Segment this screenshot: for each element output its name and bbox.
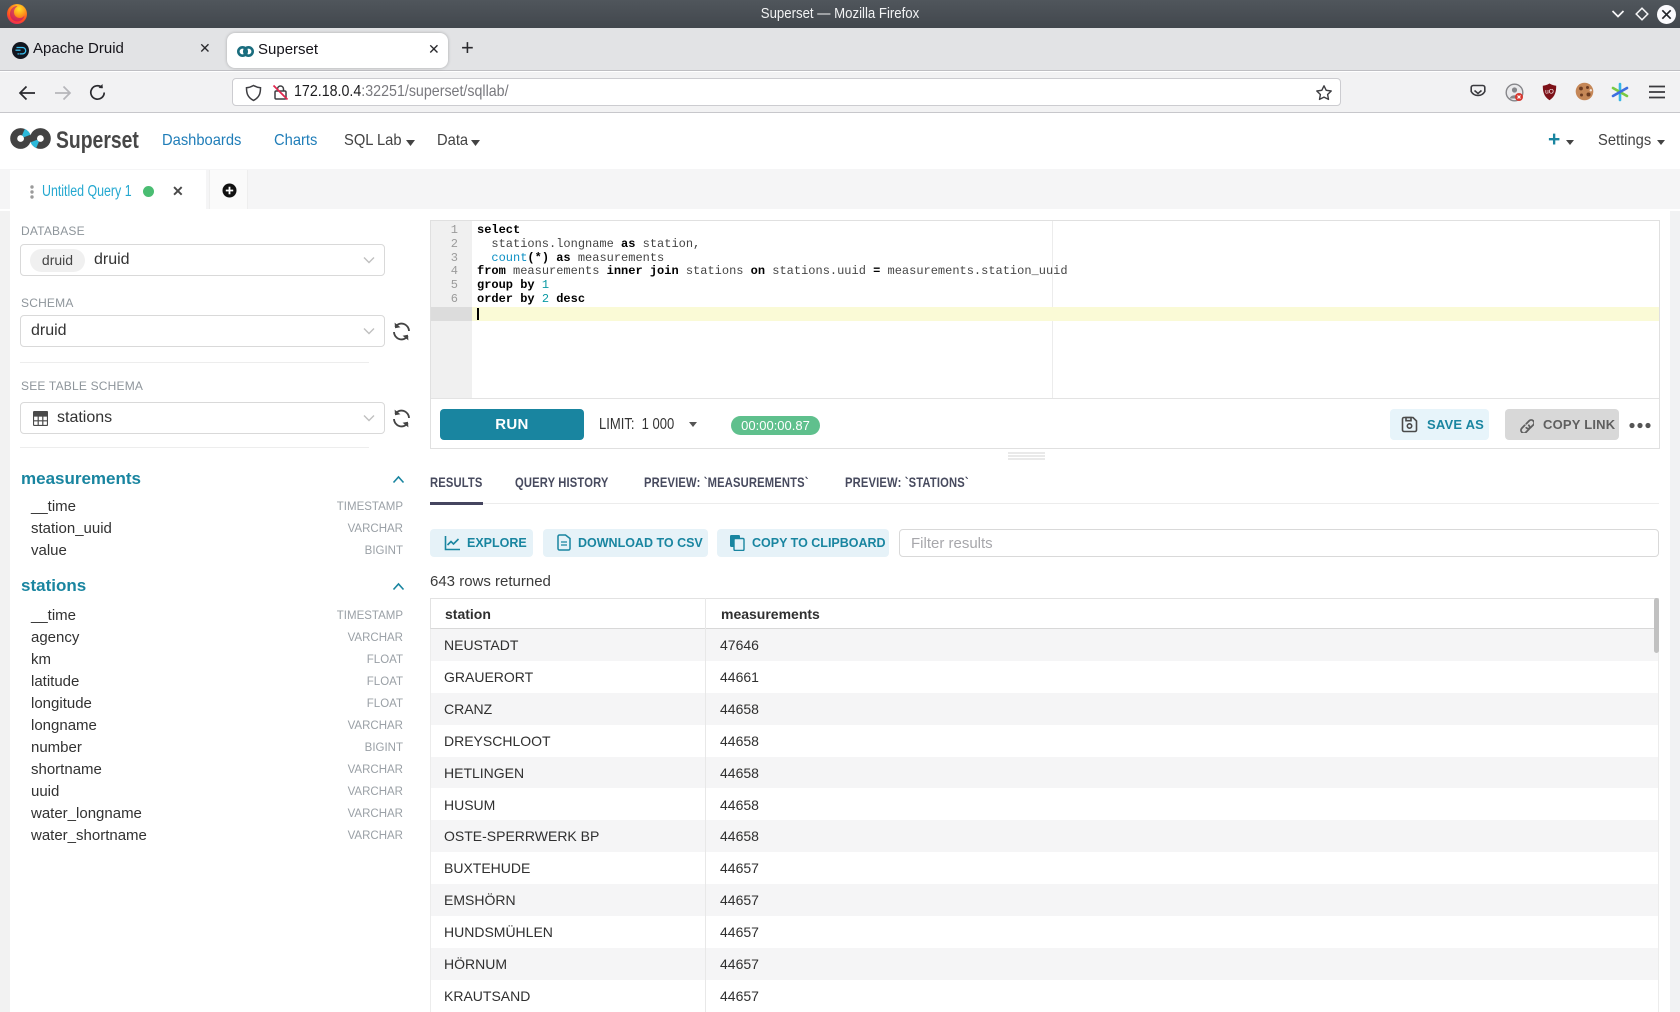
- svg-text:uO: uO: [1545, 89, 1554, 96]
